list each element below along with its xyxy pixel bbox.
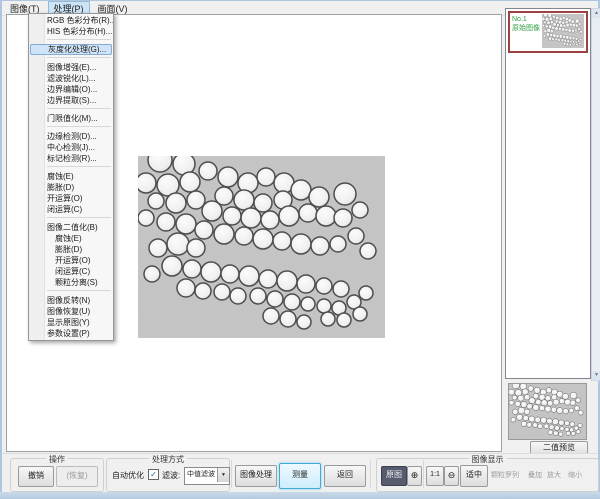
menu-item[interactable]: 显示原图(Y)	[29, 317, 113, 328]
measure-button[interactable]: 测量	[279, 463, 321, 489]
preview-thumbnail-svg	[509, 384, 586, 439]
menu-item[interactable]: 门限值化(M)...	[29, 113, 113, 124]
menu-item[interactable]: 闭运算(C)	[29, 204, 113, 215]
filter-label: 滤波:	[162, 470, 180, 481]
filter-select-value: 中值滤波	[187, 471, 215, 478]
fit-view-button[interactable]: 适中	[460, 465, 488, 487]
menu-item[interactable]: 边界提取(S)...	[29, 95, 113, 106]
menu-item[interactable]: 图像增强(E)...	[29, 62, 113, 73]
list-scrollbar[interactable]: ▲ ▼	[591, 8, 600, 381]
undo-group-label: 操作	[46, 454, 68, 465]
menu-item[interactable]: 颗粒分离(S)	[29, 277, 113, 288]
process-dropdown-menu: RGB 色彩分布(R)...HIS 色彩分布(H)... 灰度化处理(G)... 图…	[28, 13, 114, 341]
preview-thumbnail[interactable]	[508, 383, 587, 440]
filter-select[interactable]: 中值滤波 ▼	[184, 467, 230, 485]
particle-micrograph-image	[138, 156, 385, 338]
bottom-toolbar: 操作 撤销 (恢复) 处理方式 自动优化 ✓ 滤波: 中值滤波 ▼ 图像处理 测…	[2, 453, 598, 494]
sample-thumbnail-list[interactable]: No.1 原始图像	[505, 8, 591, 379]
menu-item[interactable]: 边缘检测(D)...	[29, 131, 113, 142]
back-button[interactable]: 返回	[324, 465, 366, 487]
menu-item[interactable]: 开运算(O)	[29, 255, 113, 266]
menu-item[interactable]: 膨胀(D)	[29, 182, 113, 193]
menu-item[interactable]: 膨胀(D)	[29, 244, 113, 255]
micrograph-svg	[138, 156, 385, 338]
menu-item[interactable]: HIS 色彩分布(H)...	[29, 26, 113, 37]
display-option-overlay-label: 叠加	[528, 470, 542, 480]
display-option-enlarge-label: 放大	[547, 470, 561, 480]
chevron-down-icon[interactable]: ▼	[217, 468, 229, 482]
display-option-list-label: 颗粒罗列	[491, 470, 519, 480]
menu-item[interactable]: RGB 色彩分布(R)...	[29, 15, 113, 26]
display-group-label: 图像显示	[469, 454, 507, 465]
redo-button: (恢复)	[56, 466, 98, 487]
undo-button[interactable]: 撤销	[18, 466, 54, 487]
zoom-out-icon[interactable]: ⊖	[444, 466, 459, 486]
menu-item[interactable]: 参数设置(P)	[29, 328, 113, 339]
sample-item-label: No.1 原始图像	[510, 13, 542, 51]
menu-item[interactable]: 开运算(O)	[29, 193, 113, 204]
sample-item-thumbnail	[542, 14, 584, 48]
sample-list-item-selected[interactable]: No.1 原始图像	[508, 11, 588, 53]
process-group-label: 处理方式	[149, 454, 187, 465]
auto-optimize-label: 自动优化	[112, 470, 144, 481]
menu-item[interactable]: 滤波锐化(L)...	[29, 73, 113, 84]
menu-item[interactable]: 腐蚀(E)	[29, 171, 113, 182]
original-view-button[interactable]: 原图	[381, 466, 407, 486]
menu-item[interactable]: 闭运算(C)	[29, 266, 113, 277]
display-divider	[423, 460, 424, 488]
display-option-shrink-label: 缩小	[568, 470, 582, 480]
sample-item-line1: No.1	[512, 15, 542, 24]
one-to-one-button[interactable]: 1:1	[426, 466, 444, 486]
scroll-down-icon[interactable]: ▼	[592, 371, 600, 380]
toolbar-divider	[231, 460, 232, 488]
application-window: 图像(T) 处理(P) 画面(V) RGB 色彩分布(R)...HIS 色彩分布…	[0, 0, 600, 499]
scroll-up-icon[interactable]: ▲	[592, 9, 600, 18]
menu-item[interactable]: 中心检测(J)...	[29, 142, 113, 153]
menu-item[interactable]: 图像二值化(B)	[29, 222, 113, 233]
sample-item-line2: 原始图像	[512, 24, 542, 33]
window-frame-bottom	[0, 492, 600, 499]
menu-item[interactable]: 边界编辑(O)...	[29, 84, 113, 95]
menu-item[interactable]: 标记检测(R)...	[29, 153, 113, 164]
menu-item[interactable]: 灰度化处理(G)...	[30, 44, 112, 55]
menu-item[interactable]: 腐蚀(E)	[29, 233, 113, 244]
menu-item[interactable]: 图像反转(N)	[29, 295, 113, 306]
auto-optimize-checkbox[interactable]: ✓	[148, 469, 159, 480]
image-process-button[interactable]: 图像处理	[235, 465, 277, 487]
toolbar-divider	[370, 460, 371, 488]
item-thumbnail-svg	[542, 14, 584, 48]
zoom-in-icon[interactable]: ⊕	[407, 466, 422, 486]
client-area: 图像(T) 处理(P) 画面(V) RGB 色彩分布(R)...HIS 色彩分布…	[2, 1, 598, 492]
menu-item[interactable]: 图像恢复(U)	[29, 306, 113, 317]
